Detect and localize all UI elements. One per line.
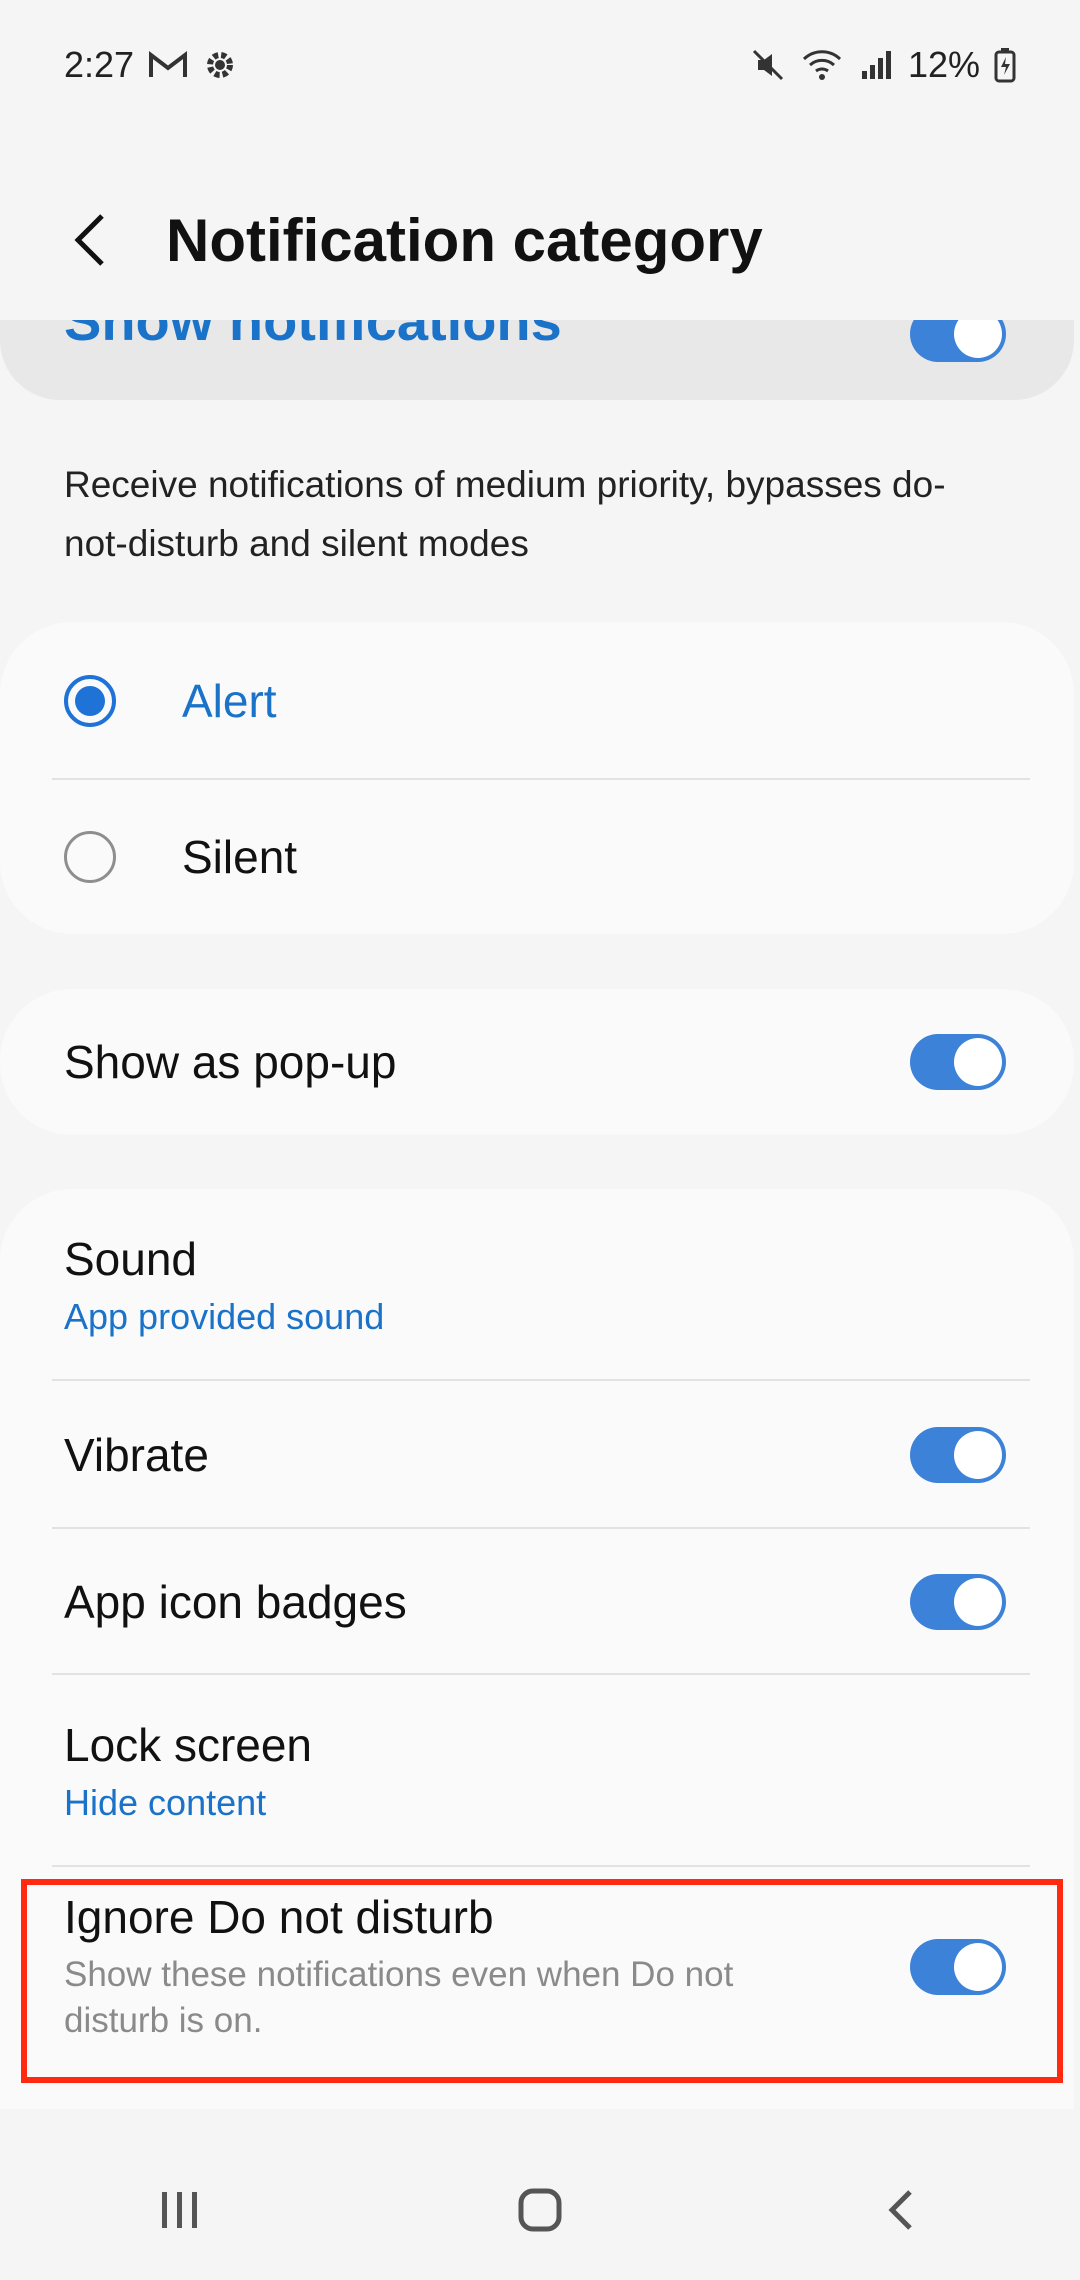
- app-header: Notification category: [0, 180, 1080, 300]
- recent-apps-icon: [162, 2192, 197, 2228]
- popup-label: Show as pop-up: [64, 1036, 397, 1088]
- silent-option[interactable]: Silent: [0, 780, 1074, 934]
- vibrate-label: Vibrate: [64, 1429, 209, 1481]
- toggle-knob: [954, 1038, 1002, 1086]
- badges-label: App icon badges: [64, 1576, 407, 1628]
- badges-toggle[interactable]: [910, 1574, 1006, 1630]
- lock-screen-label: Lock screen: [64, 1719, 313, 1771]
- chevron-left-icon: [888, 2190, 912, 2230]
- vibrate-toggle[interactable]: [910, 1427, 1006, 1483]
- highlight-box: [21, 1879, 1063, 2083]
- back-button[interactable]: [50, 200, 130, 280]
- badges-row[interactable]: App icon badges: [0, 1529, 1074, 1675]
- popup-card: Show as pop-up: [0, 989, 1074, 1135]
- wifi-icon: [800, 47, 844, 83]
- nav-back-button[interactable]: [860, 2170, 940, 2250]
- sound-label: Sound: [64, 1233, 198, 1285]
- gmail-icon: [148, 49, 188, 81]
- status-time: 2:27: [64, 44, 135, 85]
- toggle-knob: [954, 1578, 1002, 1626]
- mute-icon: [750, 47, 786, 83]
- settings-gear-icon: [202, 47, 238, 83]
- navigation-bar: [0, 2140, 1080, 2280]
- recent-apps-button[interactable]: [140, 2170, 220, 2250]
- toggle-knob: [954, 320, 1002, 358]
- lock-screen-row[interactable]: Lock screen Hide content: [0, 1675, 1074, 1867]
- popup-row[interactable]: Show as pop-up: [0, 989, 1074, 1135]
- priority-description: Receive notifications of medium priority…: [64, 464, 946, 564]
- show-notifications-toggle[interactable]: [910, 320, 1006, 362]
- battery-charging-icon: [994, 47, 1016, 83]
- show-notifications-card[interactable]: Show notifications: [0, 320, 1074, 400]
- sound-row[interactable]: Sound App provided sound: [0, 1189, 1074, 1381]
- battery-percent: 12%: [907, 44, 980, 85]
- popup-toggle[interactable]: [910, 1034, 1006, 1090]
- home-button[interactable]: [500, 2170, 580, 2250]
- silent-radio[interactable]: [64, 831, 116, 883]
- alert-label: Alert: [182, 675, 277, 727]
- home-icon: [518, 2188, 562, 2232]
- alert-mode-card: Alert Silent: [0, 622, 1074, 934]
- alert-option[interactable]: Alert: [0, 622, 1074, 780]
- silent-label: Silent: [182, 831, 298, 883]
- vibrate-row[interactable]: Vibrate: [0, 1381, 1074, 1529]
- signal-icon: [858, 47, 894, 83]
- chevron-left-icon: [74, 214, 104, 266]
- show-notifications-label: Show notifications: [64, 320, 562, 352]
- status-bar: 2:27 12%: [0, 0, 1080, 130]
- sound-value: App provided sound: [64, 1296, 385, 1337]
- alert-radio[interactable]: [64, 675, 116, 727]
- page-title: Notification category: [166, 206, 763, 274]
- toggle-knob: [954, 1431, 1002, 1479]
- lock-screen-value: Hide content: [64, 1782, 267, 1823]
